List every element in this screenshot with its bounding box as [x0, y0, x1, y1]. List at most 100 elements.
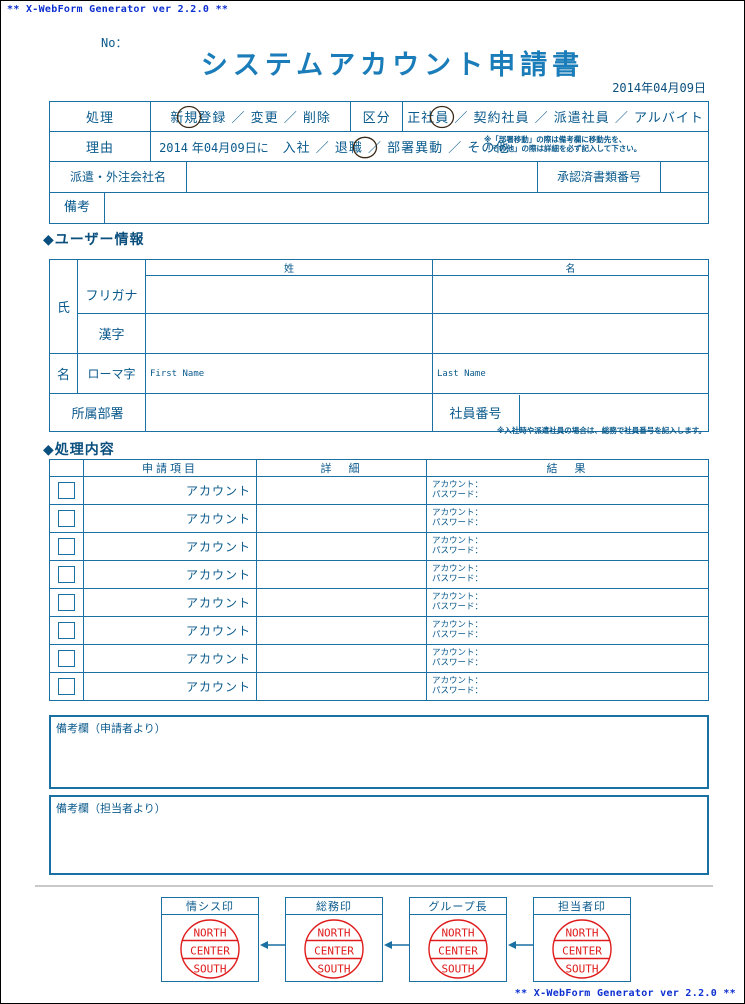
row-checkbox-cell[interactable]	[49, 476, 84, 505]
reason-day: 09	[230, 141, 245, 155]
result-password-label: パスワード：	[432, 489, 484, 500]
row-item-label: アカウント	[83, 532, 257, 561]
checkbox-icon[interactable]	[58, 650, 75, 667]
romaji-row: 名 ローマ字 First Name Last Name	[49, 353, 709, 394]
user-section-heading: ◆ユーザー情報	[43, 232, 145, 248]
checkbox-icon[interactable]	[58, 566, 75, 583]
row-detail-input[interactable]	[256, 644, 427, 673]
result-password-label: パスワード：	[432, 601, 484, 612]
row-result-cell[interactable]: アカウント： パスワード：	[426, 588, 709, 617]
table-row: アカウント アカウント： パスワード：	[49, 616, 709, 645]
result-password-label: パスワード：	[432, 517, 484, 528]
romaji-last-name-input[interactable]: Last Name	[432, 353, 709, 394]
seal-line-text: CENTER	[562, 944, 602, 957]
checkbox-icon[interactable]	[58, 538, 75, 555]
seal-line-text: NORTH	[441, 926, 474, 939]
process-label: 処理	[48, 101, 152, 132]
row-item-label: アカウント	[83, 672, 257, 701]
kanji-mei-input[interactable]	[432, 313, 709, 354]
table-row: アカウント アカウント： パスワード：	[49, 476, 709, 505]
approval-stamp-row: 情シス印 NORTH CENTER SOUTH 総務印 NORTH CENTER SOUTH グ…	[161, 897, 631, 985]
row-checkbox-cell[interactable]	[49, 532, 84, 561]
column-header-mei: 名	[432, 259, 709, 276]
row-result-cell[interactable]: アカウント： パスワード：	[426, 560, 709, 589]
romaji-first-name-input[interactable]: First Name	[145, 353, 433, 394]
remark-applicant-box[interactable]: 備考欄（申請者より）	[49, 715, 709, 789]
checkbox-icon[interactable]	[58, 594, 75, 611]
column-header-detail: 詳 細	[256, 459, 427, 477]
result-password-label: パスワード：	[432, 573, 484, 584]
furigana-mei-input[interactable]	[432, 275, 709, 314]
process-section-heading: ◆処理内容	[43, 442, 115, 458]
dispatch-company-label: 派遣・外注会社名	[49, 161, 187, 193]
stamp-box[interactable]: 情シス印 NORTH CENTER SOUTH	[161, 897, 259, 982]
process-options[interactable]: 新規登録 ／ 変更 ／ 削除	[150, 101, 352, 132]
approval-number-label: 承認済書類番号	[537, 161, 661, 193]
checkbox-icon[interactable]	[58, 510, 75, 527]
dispatch-company-rowgroup: 派遣・外注会社名 承認済書類番号	[49, 161, 709, 193]
checkbox-icon[interactable]	[58, 482, 75, 499]
process-category-row: 処理 新規登録 ／ 変更 ／ 削除 区分 正社員 ／ 契約社員 ／ 派遣社員 ／…	[48, 101, 709, 132]
reason-year-unit: 年	[191, 141, 204, 155]
dispatch-company-input[interactable]	[186, 161, 538, 193]
row-detail-input[interactable]	[256, 476, 427, 505]
name-row-label-spacer	[77, 259, 146, 276]
row-result-cell[interactable]: アカウント： パスワード：	[426, 616, 709, 645]
column-header-result: 結 果	[426, 459, 709, 477]
row-result-cell[interactable]: アカウント： パスワード：	[426, 532, 709, 561]
reason-year: 2014	[159, 141, 188, 155]
document-date: 2014年04月09日	[612, 81, 706, 95]
row-checkbox-cell[interactable]	[49, 616, 84, 645]
row-item-label: アカウント	[83, 588, 257, 617]
seal-line-text: NORTH	[193, 926, 226, 939]
row-detail-input[interactable]	[256, 616, 427, 645]
row-item-label: アカウント	[83, 504, 257, 533]
remarks-input[interactable]	[104, 192, 709, 224]
row-detail-input[interactable]	[256, 560, 427, 589]
row-item-label: アカウント	[83, 616, 257, 645]
checkbox-icon[interactable]	[58, 678, 75, 695]
row-result-cell[interactable]: アカウント： パスワード：	[426, 672, 709, 701]
seal-line-text: CENTER	[190, 944, 230, 957]
stamp-box[interactable]: グループ長 NORTH CENTER SOUTH	[409, 897, 507, 982]
reason-month: 04	[203, 141, 219, 155]
seal-stamp-icon: NORTH CENTER SOUTH	[180, 918, 240, 979]
employee-number-note: ※入社時や派遣社員の場合は、総務で社員番号を記入します。	[496, 426, 706, 435]
stamp-box[interactable]: 担当者印 NORTH CENTER SOUTH	[533, 897, 631, 982]
table-row: アカウント アカウント： パスワード：	[49, 504, 709, 533]
row-detail-input[interactable]	[256, 504, 427, 533]
row-checkbox-cell[interactable]	[49, 672, 84, 701]
remarks-label: 備考	[49, 192, 105, 224]
row-checkbox-cell[interactable]	[49, 504, 84, 533]
stamp-box[interactable]: 総務印 NORTH CENTER SOUTH	[285, 897, 383, 982]
romaji-last-name-hint: Last Name	[437, 368, 486, 379]
row-label-kanji: 漢字	[77, 313, 146, 354]
row-checkbox-cell[interactable]	[49, 588, 84, 617]
category-options[interactable]: 正社員 ／ 契約社員 ／ 派遣社員 ／ アルバイト	[402, 101, 709, 132]
row-result-cell[interactable]: アカウント： パスワード：	[426, 476, 709, 505]
table-row: アカウント アカウント： パスワード：	[49, 560, 709, 589]
row-detail-input[interactable]	[256, 532, 427, 561]
department-label: 所属部署	[49, 393, 146, 432]
row-result-cell[interactable]: アカウント： パスワード：	[426, 504, 709, 533]
reason-cell[interactable]: 2014 年04月09日に 入社 ／ 退職 ／ 部署異動 ／ その他 ※「部署移…	[150, 131, 709, 162]
name-column-header-row: 氏 姓 名	[49, 259, 709, 354]
furigana-sei-input[interactable]	[145, 275, 433, 314]
row-checkbox-cell[interactable]	[49, 644, 84, 673]
seal-line-text: SOUTH	[317, 962, 350, 975]
row-detail-input[interactable]	[256, 672, 427, 701]
row-result-cell[interactable]: アカウント： パスワード：	[426, 644, 709, 673]
row-detail-input[interactable]	[256, 588, 427, 617]
row-item-label: アカウント	[83, 476, 257, 505]
column-header-sei: 姓	[145, 259, 433, 276]
remark-staff-box[interactable]: 備考欄（担当者より）	[49, 795, 709, 875]
process-content-table: 申請項目 詳 細 結 果 アカウント アカウント： パスワード： アカウント アカウント…	[49, 459, 709, 701]
department-input[interactable]	[145, 393, 433, 432]
seal-line-text: CENTER	[314, 944, 354, 957]
kanji-sei-input[interactable]	[145, 313, 433, 354]
row-checkbox-cell[interactable]	[49, 560, 84, 589]
checkbox-icon[interactable]	[58, 622, 75, 639]
selection-circle-icon	[430, 105, 455, 129]
approval-number-input[interactable]	[660, 161, 709, 193]
table-row: アカウント アカウント： パスワード：	[49, 532, 709, 561]
